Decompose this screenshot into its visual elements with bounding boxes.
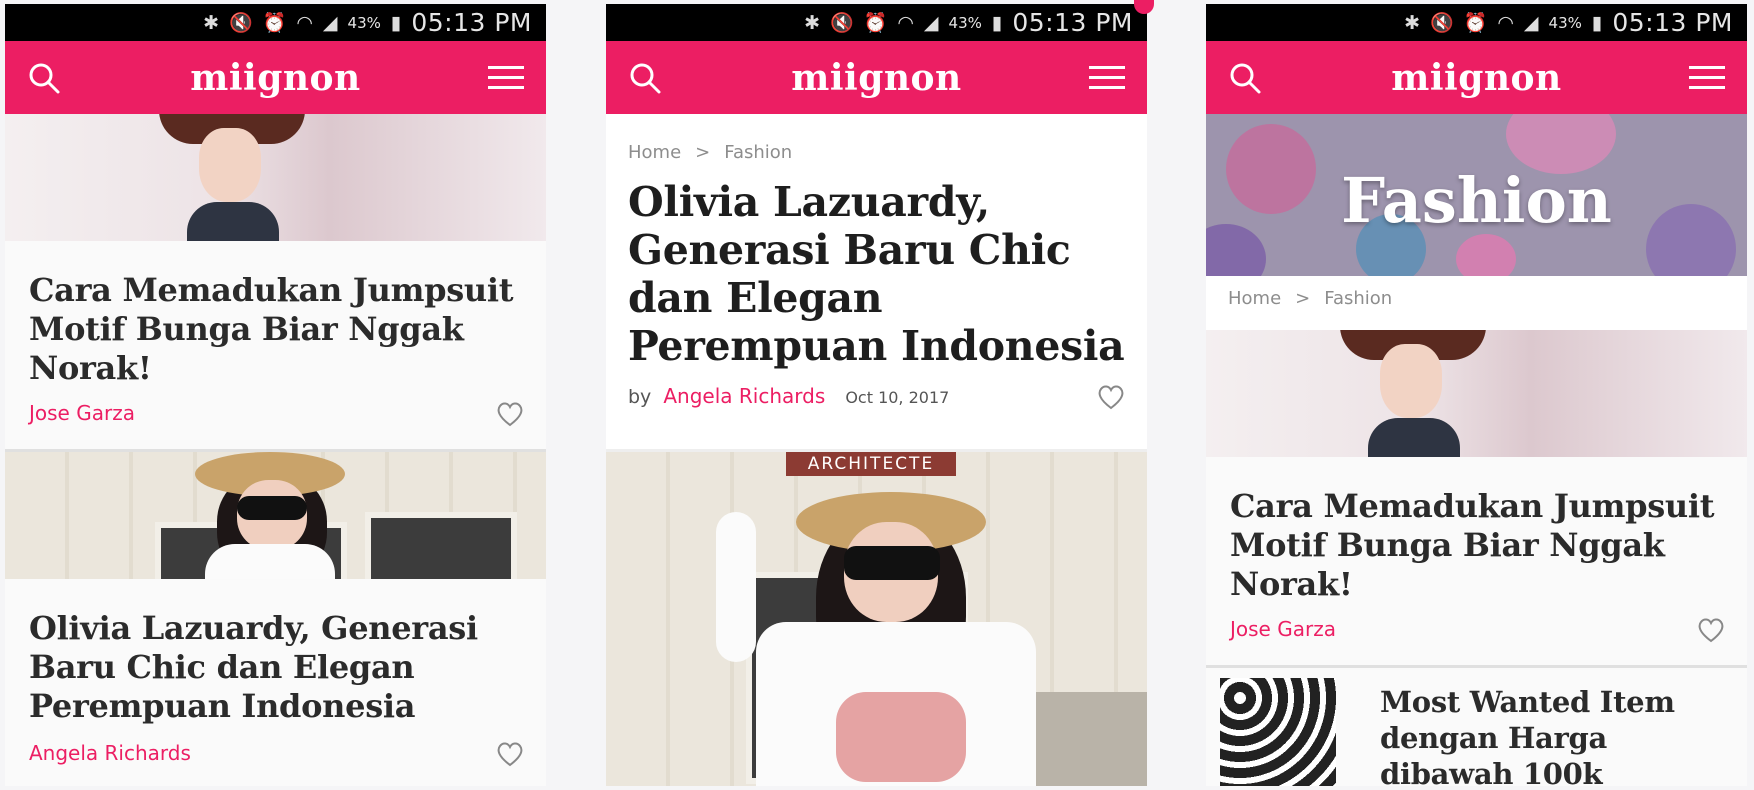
article-title[interactable]: Most Wanted Item dengan Harga dibawah 10…	[1380, 684, 1727, 786]
signal-icon: ◢	[1523, 11, 1539, 34]
menu-icon[interactable]	[1089, 63, 1125, 93]
screen-home-feed: ✱ 🔇 ⏰ ◠ ◢ 43% ▮ 05:13 PM miignon Cara Me…	[5, 4, 546, 786]
heart-icon[interactable]	[496, 741, 524, 767]
app-bar: miignon	[1206, 41, 1747, 114]
signal-icon: ◢	[322, 11, 338, 34]
article-image[interactable]	[5, 114, 546, 241]
breadcrumb-home[interactable]: Home	[1228, 288, 1281, 309]
page-title: Olivia Lazuardy, Generasi Baru Chic dan …	[628, 178, 1125, 370]
breadcrumb-current[interactable]: Fashion	[724, 142, 792, 163]
battery-icon: ▮	[991, 11, 1003, 34]
article-author[interactable]: Jose Garza	[29, 401, 135, 425]
article-author[interactable]: Angela Richards	[29, 741, 191, 765]
article-hero-image: ARCHITECTE	[606, 452, 1147, 786]
heart-icon[interactable]	[1097, 384, 1125, 410]
article-title[interactable]: Olivia Lazuardy, Generasi Baru Chic dan …	[29, 609, 522, 726]
battery-percent: 43%	[347, 13, 381, 32]
bluetooth-icon: ✱	[804, 11, 820, 34]
status-bar: ✱ 🔇 ⏰ ◠ ◢ 43% ▮ 05:13 PM	[606, 4, 1147, 41]
category-title: Fashion	[1341, 164, 1612, 237]
article-author[interactable]: Angela Richards	[663, 384, 825, 408]
article-card[interactable]: Cara Memadukan Jumpsuit Motif Bunga Biar…	[5, 241, 546, 449]
wifi-icon: ◠	[897, 11, 914, 34]
app-logo[interactable]: miignon	[791, 57, 961, 99]
search-icon[interactable]	[27, 61, 61, 95]
breadcrumb: Home > Fashion	[628, 142, 793, 163]
wifi-icon: ◠	[1497, 11, 1514, 34]
menu-icon[interactable]	[488, 63, 524, 93]
byline: by Angela Richards Oct 10, 2017	[628, 384, 950, 408]
status-bar: ✱ 🔇 ⏰ ◠ ◢ 43% ▮ 05:13 PM	[5, 4, 546, 41]
building-sign: ARCHITECTE	[786, 452, 956, 476]
bluetooth-icon: ✱	[1404, 11, 1420, 34]
article-date: Oct 10, 2017	[845, 388, 950, 407]
article-list-item[interactable]: Most Wanted Item dengan Harga dibawah 10…	[1206, 678, 1747, 786]
screen-category-fashion: ✱ 🔇 ⏰ ◠ ◢ 43% ▮ 05:13 PM miignon Fashion…	[1206, 4, 1747, 786]
article-image[interactable]	[5, 452, 546, 579]
notification-dot	[1134, 0, 1154, 14]
battery-icon: ▮	[1591, 11, 1603, 34]
search-icon[interactable]	[628, 61, 662, 95]
article-title[interactable]: Cara Memadukan Jumpsuit Motif Bunga Biar…	[29, 271, 522, 388]
article-image[interactable]	[1206, 330, 1747, 457]
status-time: 05:13 PM	[411, 8, 532, 37]
menu-icon[interactable]	[1689, 63, 1725, 93]
status-time: 05:13 PM	[1012, 8, 1133, 37]
app-logo[interactable]: miignon	[1391, 57, 1561, 99]
heart-icon[interactable]	[1697, 617, 1725, 643]
mute-icon: 🔇	[1429, 12, 1454, 34]
battery-percent: 43%	[1548, 13, 1582, 32]
alarm-icon: ⏰	[1463, 12, 1488, 34]
mute-icon: 🔇	[829, 12, 854, 34]
app-bar: miignon	[606, 41, 1147, 114]
article-card[interactable]: Cara Memadukan Jumpsuit Motif Bunga Biar…	[1206, 457, 1747, 665]
article-author[interactable]: Jose Garza	[1230, 617, 1336, 641]
wifi-icon: ◠	[296, 11, 313, 34]
heart-icon[interactable]	[496, 401, 524, 427]
screen-article-detail: ✱ 🔇 ⏰ ◠ ◢ 43% ▮ 05:13 PM miignon Home > Fa…	[606, 4, 1147, 786]
search-icon[interactable]	[1228, 61, 1262, 95]
status-time: 05:13 PM	[1612, 8, 1733, 37]
mute-icon: 🔇	[228, 12, 253, 34]
breadcrumb: Home > Fashion	[1228, 288, 1393, 309]
app-bar: miignon	[5, 41, 546, 114]
alarm-icon: ⏰	[863, 12, 888, 34]
signal-icon: ◢	[923, 11, 939, 34]
article-header: Home > Fashion Olivia Lazuardy, Generasi B…	[606, 114, 1147, 449]
breadcrumb-current[interactable]: Fashion	[1324, 288, 1392, 309]
status-bar: ✱ 🔇 ⏰ ◠ ◢ 43% ▮ 05:13 PM	[1206, 4, 1747, 41]
battery-percent: 43%	[948, 13, 982, 32]
article-thumbnail[interactable]	[1220, 678, 1336, 786]
breadcrumb-home[interactable]: Home	[628, 142, 681, 163]
article-title[interactable]: Cara Memadukan Jumpsuit Motif Bunga Biar…	[1230, 487, 1723, 604]
divider	[1206, 665, 1747, 668]
category-banner: Fashion	[1206, 114, 1747, 276]
alarm-icon: ⏰	[262, 12, 287, 34]
bluetooth-icon: ✱	[203, 11, 219, 34]
app-logo[interactable]: miignon	[190, 57, 360, 99]
article-card[interactable]: Olivia Lazuardy, Generasi Baru Chic dan …	[5, 579, 546, 786]
battery-icon: ▮	[390, 11, 402, 34]
